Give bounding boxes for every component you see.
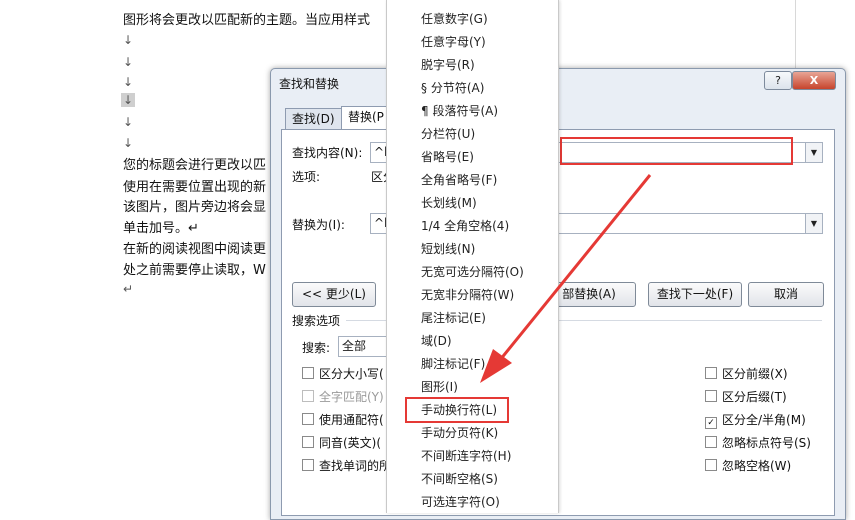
annotation-arrow-icon [480,174,652,383]
